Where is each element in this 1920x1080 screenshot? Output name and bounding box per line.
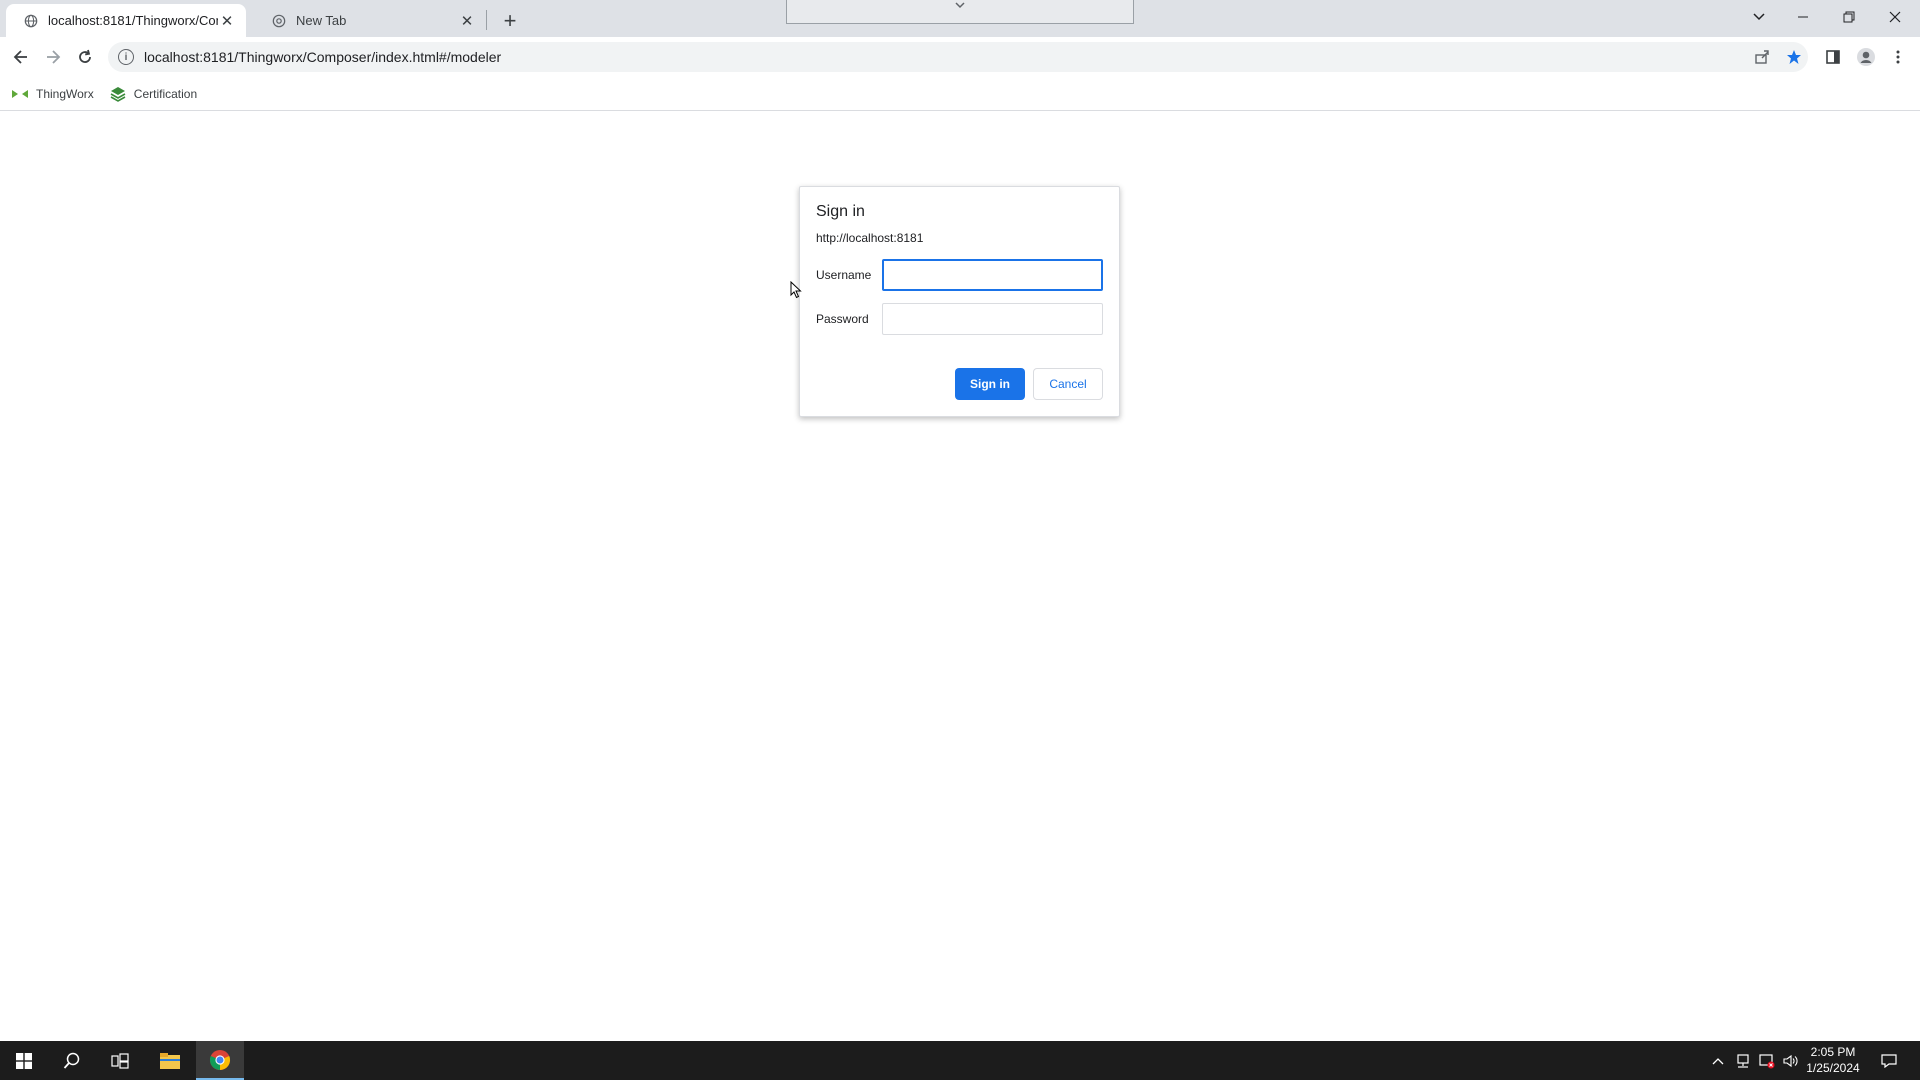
sign-in-dialog: Sign in http://localhost:8181 Username P… bbox=[799, 186, 1120, 417]
chrome-icon bbox=[209, 1049, 231, 1070]
search-button[interactable] bbox=[48, 1041, 96, 1080]
bookmark-label: Certification bbox=[133, 86, 198, 101]
address-url: localhost:8181/Thingworx/Composer/index.… bbox=[144, 49, 502, 65]
minimize-icon bbox=[1798, 16, 1808, 17]
action-center-button[interactable] bbox=[1874, 1041, 1904, 1080]
chrome-icon bbox=[272, 14, 286, 27]
bookmark-thingworx[interactable]: ThingWorx bbox=[12, 87, 94, 101]
username-label: Username bbox=[816, 268, 872, 282]
username-input[interactable] bbox=[881, 259, 1103, 291]
share-icon bbox=[1755, 50, 1769, 64]
arrow-right-icon bbox=[47, 50, 61, 64]
chevron-up-icon bbox=[1712, 1057, 1724, 1064]
globe-icon bbox=[24, 14, 38, 27]
info-icon[interactable]: i bbox=[118, 49, 134, 65]
bookmark-label: ThingWorx bbox=[36, 86, 94, 101]
menu-button[interactable] bbox=[1884, 43, 1912, 71]
task-view-button[interactable] bbox=[96, 1041, 144, 1080]
more-vert-icon bbox=[1896, 50, 1900, 64]
folder-icon bbox=[160, 1052, 180, 1069]
sign-in-button[interactable]: Sign in bbox=[955, 368, 1025, 400]
close-window-button[interactable] bbox=[1872, 0, 1918, 33]
close-icon[interactable]: ✕ bbox=[218, 12, 236, 30]
start-button[interactable] bbox=[0, 1041, 48, 1080]
side-panel-icon bbox=[1826, 50, 1840, 64]
tab-list-button[interactable] bbox=[1736, 0, 1782, 33]
side-panel-button[interactable] bbox=[1819, 43, 1847, 71]
avatar-icon bbox=[1857, 48, 1875, 66]
password-input[interactable] bbox=[881, 303, 1103, 335]
tab-thingworx[interactable]: localhost:8181/Thingworx/Comp ✕ bbox=[6, 4, 246, 37]
bookmark-certification[interactable]: Certification bbox=[110, 86, 197, 102]
bookmark-button[interactable] bbox=[1780, 43, 1808, 71]
chevron-down-icon bbox=[955, 2, 965, 9]
tab-separator bbox=[486, 10, 487, 30]
dialog-buttons: Sign in Cancel bbox=[955, 368, 1103, 400]
mouse-cursor-icon bbox=[790, 281, 802, 299]
chrome-taskbar-button[interactable] bbox=[196, 1041, 244, 1080]
network-icon bbox=[1737, 1053, 1749, 1068]
browser-toolbar: i localhost:8181/Thingworx/Composer/inde… bbox=[0, 37, 1920, 77]
certification-icon bbox=[110, 86, 126, 102]
clock-time: 2:05 PM bbox=[1810, 1045, 1856, 1059]
shield-alert-icon bbox=[1759, 1053, 1775, 1068]
windows-logo-icon bbox=[16, 1052, 32, 1069]
cancel-button[interactable]: Cancel bbox=[1033, 368, 1103, 400]
notification-icon bbox=[1881, 1053, 1897, 1068]
reload-icon bbox=[79, 49, 91, 63]
share-button[interactable] bbox=[1748, 43, 1776, 71]
close-icon bbox=[1889, 11, 1901, 22]
restore-icon bbox=[1843, 11, 1855, 22]
restore-button[interactable] bbox=[1826, 0, 1872, 33]
bookmarks-bar: ThingWorx Certification bbox=[0, 77, 1920, 111]
clock-date: 1/25/2024 bbox=[1806, 1061, 1860, 1075]
security-button[interactable] bbox=[1756, 1041, 1778, 1080]
thingworx-icon bbox=[12, 89, 28, 99]
arrow-left-icon bbox=[13, 50, 27, 64]
password-row: Password bbox=[816, 303, 1103, 335]
tab-title: New Tab bbox=[296, 13, 347, 28]
close-icon[interactable]: ✕ bbox=[458, 12, 476, 30]
dialog-title: Sign in bbox=[816, 203, 865, 220]
forward-button[interactable] bbox=[39, 43, 67, 71]
reload-button[interactable] bbox=[71, 43, 99, 71]
tab-strip: localhost:8181/Thingworx/Comp ✕ New Tab … bbox=[0, 0, 1920, 37]
new-tab-button[interactable]: + bbox=[496, 7, 524, 35]
back-button[interactable] bbox=[7, 43, 35, 71]
dialog-origin: http://localhost:8181 bbox=[816, 231, 924, 245]
tab-title: localhost:8181/Thingworx/Comp bbox=[48, 13, 218, 28]
profile-button[interactable] bbox=[1852, 43, 1880, 71]
tab-new-tab[interactable]: New Tab ✕ bbox=[254, 4, 486, 37]
username-row: Username bbox=[816, 259, 1103, 291]
windows-taskbar: 2:05 PM 1/25/2024 bbox=[0, 1041, 1920, 1080]
address-bar[interactable]: i localhost:8181/Thingworx/Composer/inde… bbox=[108, 42, 1808, 72]
star-icon bbox=[1787, 50, 1801, 64]
minimize-button[interactable] bbox=[1780, 0, 1826, 33]
page-content: Sign in http://localhost:8181 Username P… bbox=[0, 111, 1920, 1041]
chevron-down-icon bbox=[1753, 12, 1765, 20]
file-explorer-button[interactable] bbox=[146, 1041, 194, 1080]
tray-overflow-button[interactable] bbox=[1708, 1041, 1728, 1080]
taskbar-clock[interactable]: 2:05 PM 1/25/2024 bbox=[1778, 1044, 1888, 1076]
password-label: Password bbox=[816, 312, 869, 326]
tab-search-dropdown[interactable] bbox=[786, 0, 1134, 24]
search-icon bbox=[63, 1052, 80, 1069]
task-view-icon bbox=[111, 1052, 129, 1069]
network-button[interactable] bbox=[1732, 1041, 1754, 1080]
